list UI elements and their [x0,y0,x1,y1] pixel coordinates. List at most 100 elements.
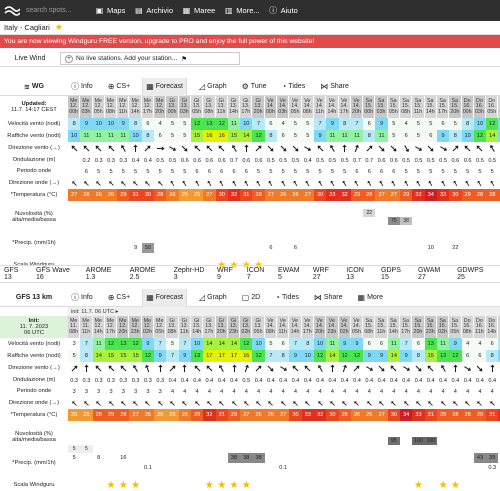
breadcrumb-location[interactable]: Italy - Cagliari [4,23,50,32]
tab-tides[interactable]: ◔Tides [279,78,309,96]
time-header-cell[interactable]: Me12.05h [154,316,166,338]
time-header-cell[interactable]: Me12.00h [68,96,80,118]
model-link[interactable]: ICON 7 [247,267,268,281]
tab-2d[interactable]: ▢2D [239,289,264,307]
nav-more[interactable]: ▥More... [224,6,259,15]
time-header-cell[interactable]: Sa15.05h [449,316,461,338]
time-header-cell[interactable]: Gi13.11h [216,96,228,118]
time-header-cell[interactable]: Me12.23h [129,316,141,338]
windguru-logo-icon[interactable] [4,4,20,17]
nav-archivio[interactable]: ▤Archivio [134,6,173,15]
time-header-cell[interactable]: Ve14.02h [339,316,351,338]
time-header-cell[interactable]: Sa15.14h [388,316,400,338]
time-header-cell[interactable]: Do16.08h [462,316,474,338]
tab-graph[interactable]: ◿Graph [196,78,230,96]
model-link[interactable]: GDPS 15 [381,267,408,281]
nav-maree[interactable]: ▦Maree [182,6,215,15]
tab-more[interactable]: ▦More [355,289,387,307]
time-header-cell[interactable]: Sa15.03h [375,96,387,118]
time-header-cell[interactable]: Ve14.08h [265,316,277,338]
time-header-cell[interactable]: Sa15.23h [425,316,437,338]
time-header-cell[interactable]: Gi13.03h [179,96,191,118]
time-header-cell[interactable]: Sa15.14h [425,96,437,118]
tab-share[interactable]: ⋈Share [317,78,352,96]
time-header-cell[interactable]: Sa15.17h [400,316,412,338]
time-header-cell[interactable]: Me12.17h [105,316,117,338]
time-header-cell[interactable]: Gi13.14h [228,96,240,118]
time-header-cell[interactable]: Do16.14h [486,316,498,338]
model-link[interactable]: AROME 1.3 [86,267,120,281]
time-header-cell[interactable]: Ve14.17h [339,96,351,118]
time-header-cell[interactable]: Gi13.05h [252,316,264,338]
time-header-cell[interactable]: Ve14.14h [326,96,338,118]
time-header-cell[interactable]: Me12.08h [105,96,117,118]
init-bar[interactable]: init: 11.7. 06 UTC ▸ [68,307,500,316]
time-header-cell[interactable]: Gi13.14h [191,316,203,338]
tab-cs[interactable]: ⊕CS+ [105,289,134,307]
time-header-cell[interactable]: Me11.08h [68,316,80,338]
favorite-star-icon[interactable]: ★ [55,22,63,33]
time-header-cell[interactable]: Ve14.17h [302,316,314,338]
time-header-cell[interactable]: Gi13.05h [191,96,203,118]
time-header-cell[interactable]: Sa15.02h [437,316,449,338]
model-link[interactable]: EWAM 5 [278,267,303,281]
time-header-cell[interactable]: Do16.00h [462,96,474,118]
time-header-cell[interactable]: Me12.14h [129,96,141,118]
time-header-cell[interactable]: Sa15.17h [437,96,449,118]
time-header-cell[interactable]: Ve14.20h [351,96,363,118]
promo-banner[interactable]: You are now viewing Windguru FREE versio… [0,35,500,48]
time-header-cell[interactable]: Do16.03h [474,96,486,118]
time-header-cell[interactable]: Me12.20h [117,316,129,338]
time-header-cell[interactable]: Gi13.08h [166,316,178,338]
time-header-cell[interactable]: Gi13.20h [252,96,264,118]
tab-info[interactable]: ⓘInfo [68,78,96,96]
time-header-cell[interactable]: Sa15.05h [388,96,400,118]
time-header-cell[interactable]: Ve14.05h [289,96,301,118]
time-header-cell[interactable]: Gi13.20h [216,316,228,338]
model-link[interactable]: Zephr-HD 3 [174,267,207,281]
time-header-cell[interactable]: Ve14.05h [351,316,363,338]
tab-cs[interactable]: ⊕CS+ [105,78,134,96]
model-link[interactable]: WRF 27 [313,267,336,281]
time-header-cell[interactable]: Gi13.00h [166,96,178,118]
add-station-box[interactable]: + No live stations. Add your station... … [60,52,240,65]
time-header-cell[interactable]: Sa15.11h [375,316,387,338]
time-header-cell[interactable]: Ve14.08h [302,96,314,118]
model-link[interactable]: WRF 9 [217,267,237,281]
nav-help[interactable]: ⓘAiuto [269,6,298,15]
model-link[interactable]: GFS Wave 16 [36,267,76,281]
time-header-cell[interactable]: Me12.11h [117,96,129,118]
time-header-cell[interactable]: Ve14.23h [326,316,338,338]
time-header-cell[interactable]: Gi13.17h [240,96,252,118]
time-header-cell[interactable]: Me12.05h [93,96,105,118]
tab-tides[interactable]: ◔Tides [272,289,302,307]
time-header-cell[interactable]: Ve14.11h [277,316,289,338]
search-input[interactable]: search spots... [26,7,86,14]
time-header-cell[interactable]: Me12.20h [154,96,166,118]
time-header-cell[interactable]: Gi13.08h [203,96,215,118]
model-link[interactable]: GDWPS 25 [457,267,490,281]
model-link[interactable]: GFS 13 [4,267,26,281]
model-link[interactable]: GWAM 27 [418,267,447,281]
time-header-cell[interactable]: Sa15.11h [412,96,424,118]
time-header-cell[interactable]: Ve14.03h [277,96,289,118]
time-header-cell[interactable]: Me12.03h [80,96,92,118]
time-header-cell[interactable]: Me12.02h [142,316,154,338]
time-header-cell[interactable]: Sa15.08h [400,96,412,118]
time-header-cell[interactable]: Gi13.17h [203,316,215,338]
model-link[interactable]: AROME 2.5 [130,267,164,281]
time-header-cell[interactable]: Me12.17h [142,96,154,118]
tab-forecast[interactable]: ▦Forecast [142,78,187,96]
time-header-cell[interactable]: Me11.11h [80,316,92,338]
time-header-cell[interactable]: Gi13.23h [228,316,240,338]
time-header-cell[interactable]: Sa15.20h [449,96,461,118]
time-header-cell[interactable]: Do16.11h [474,316,486,338]
time-header-cell[interactable]: Me12.14h [93,316,105,338]
time-header-cell[interactable]: Sa15.20h [412,316,424,338]
nav-maps[interactable]: ▣Maps [95,6,125,15]
time-header-cell[interactable]: Gi13.02h [240,316,252,338]
time-header-cell[interactable]: Ve14.20h [314,316,326,338]
time-header-cell[interactable]: Do16.05h [486,96,498,118]
tab-forecast[interactable]: ▦Forecast [142,289,187,307]
tab-info[interactable]: ⓘInfo [68,289,96,307]
